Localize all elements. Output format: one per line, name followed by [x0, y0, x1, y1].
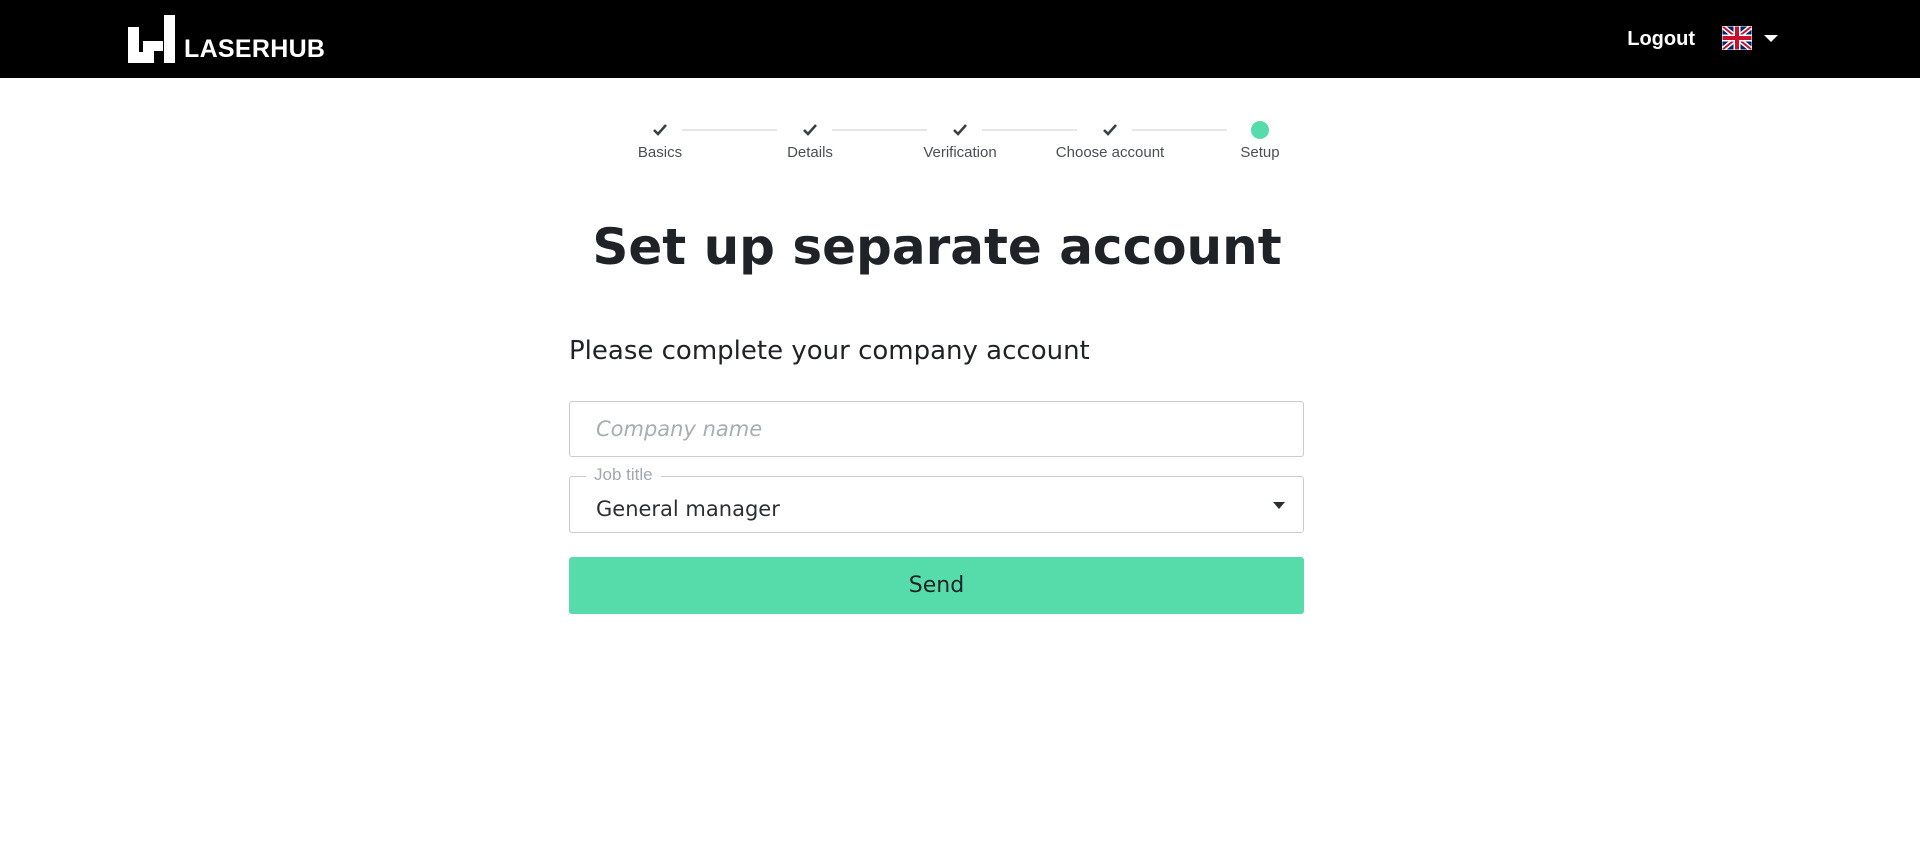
chevron-down-icon — [1764, 34, 1778, 42]
checkmark-icon — [1103, 124, 1117, 136]
step-label: Details — [787, 144, 833, 161]
logo-mark-icon — [128, 15, 175, 63]
checkmark-icon — [803, 124, 817, 136]
chevron-down-icon — [1273, 502, 1285, 509]
job-title-label: Job title — [586, 465, 661, 485]
send-button[interactable]: Send — [569, 557, 1304, 614]
laserhub-logo[interactable]: LASERHUB — [128, 15, 325, 63]
brand-name: LASERHUB — [184, 35, 326, 63]
step-label: Verification — [923, 144, 997, 161]
step-label: Basics — [637, 144, 683, 161]
language-selector[interactable] — [1722, 26, 1778, 50]
uk-flag-icon — [1722, 26, 1752, 50]
checkmark-icon — [953, 124, 967, 136]
step-details: Details — [735, 118, 885, 161]
top-navbar: LASERHUB Logout — [0, 0, 1920, 78]
step-choose-account: Choose account — [1035, 118, 1185, 161]
page-title: Set up separate account — [592, 218, 1282, 276]
progress-stepper: Basics Details Verification Choose accou… — [620, 118, 1280, 168]
page-subtitle: Please complete your company account — [569, 336, 1090, 366]
step-setup: Setup — [1185, 118, 1335, 161]
logout-link[interactable]: Logout — [1627, 28, 1695, 51]
step-label: Choose account — [1055, 144, 1165, 161]
company-name-input[interactable] — [569, 401, 1304, 457]
step-basics: Basics — [585, 118, 735, 161]
job-title-value: General manager — [596, 497, 780, 521]
company-name-field-wrapper — [569, 401, 1304, 457]
step-label: Setup — [1240, 144, 1280, 161]
current-step-dot-icon — [1251, 121, 1269, 139]
step-verification: Verification — [885, 118, 1035, 161]
job-title-select[interactable]: Job title General manager — [569, 465, 1304, 533]
checkmark-icon — [653, 124, 667, 136]
